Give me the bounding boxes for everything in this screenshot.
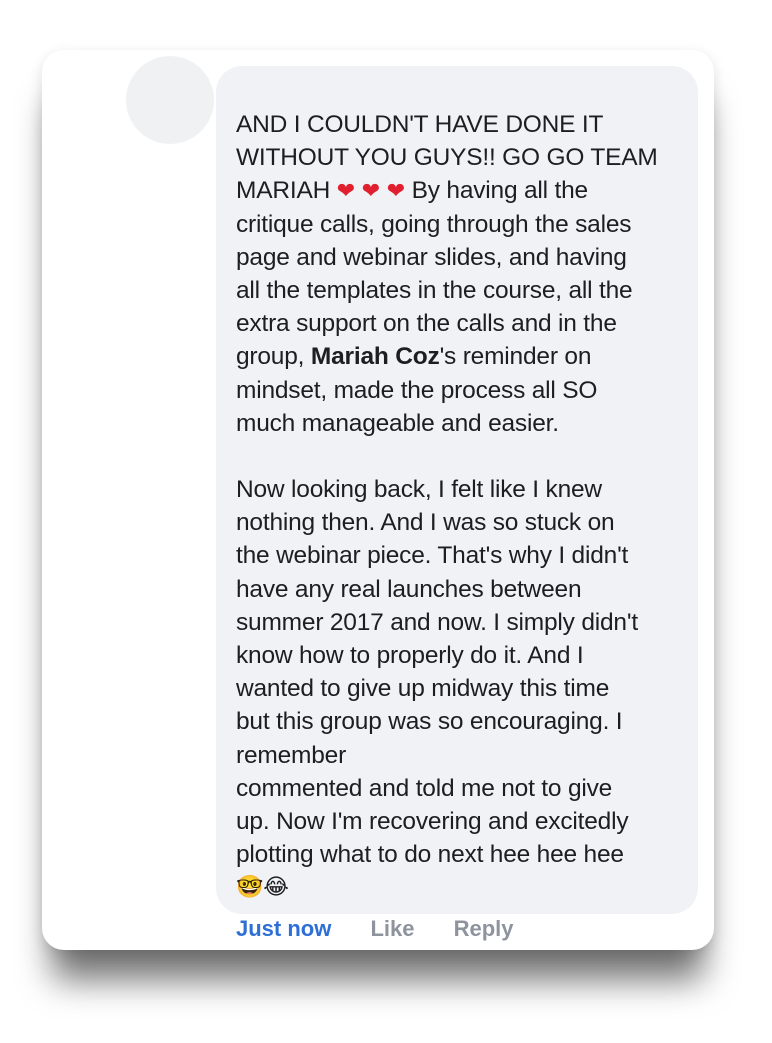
comment-line: but this group was so encouraging. I [236,708,623,736]
comment-line-start: MARIAH [236,177,337,205]
comment-bubble: AND I COULDN'T HAVE DONE IT WITHOUT YOU … [216,66,698,914]
comment-line: the webinar piece. That's why I didn't [236,542,629,570]
comment-line: remember [236,741,347,769]
mention-link[interactable]: Mariah Coz [311,343,440,370]
comment-line-end: By having all the [405,177,589,205]
comment-line: MARIAH ❤ ❤ ❤ By having all the [236,174,696,207]
like-button[interactable]: Like [370,916,414,941]
comment-line: extra support on the calls and in the [236,310,617,338]
timestamp-link[interactable]: Just now [236,916,331,941]
comment-line: summer 2017 and now. I simply didn't [236,608,638,636]
comment-line: much manageable and easier. [236,409,559,437]
comment-line: WITHOUT YOU GUYS!! GO GO TEAM [236,144,658,172]
comment-line: mindset, made the process all SO [236,376,598,404]
comment-line: have any real launches between [236,575,582,603]
comment-line: know how to properly do it. And I [236,642,584,669]
avatar[interactable] [126,56,214,144]
comment-line-end: 's reminder on [439,343,592,371]
paragraph-break [236,440,696,473]
red-heart-icon: ❤ ❤ ❤ [336,179,405,205]
comment-line: AND I COULDN'T HAVE DONE IT [236,111,604,138]
emoji-icons: 🤓😂 [236,875,289,901]
comment-line: critique calls, going through the sales [236,210,632,238]
comment-line: Now looking back, I felt like I knew [236,476,602,504]
comment-line: up. Now I'm recovering and excitedly [236,807,629,835]
comment-text: AND I COULDN'T HAVE DONE IT WITHOUT YOU … [236,108,696,905]
comment-line: commented and told me not to give [236,774,613,802]
comment-line: all the templates in the course, all the [236,276,633,304]
comment-line: plotting what to do next hee hee hee [236,841,624,869]
comment-line-start: group, [236,343,311,371]
comment-actions: Just now Like Reply [236,916,547,946]
comment-line: group, Mariah Coz's reminder on [236,340,696,373]
comment-line: page and webinar slides, and having [236,243,627,271]
reply-button[interactable]: Reply [454,916,514,941]
comment-card: AND I COULDN'T HAVE DONE IT WITHOUT YOU … [42,50,714,950]
comment-line: nothing then. And I was so stuck on [236,509,615,537]
comment-line: wanted to give up midway this time [236,675,610,703]
